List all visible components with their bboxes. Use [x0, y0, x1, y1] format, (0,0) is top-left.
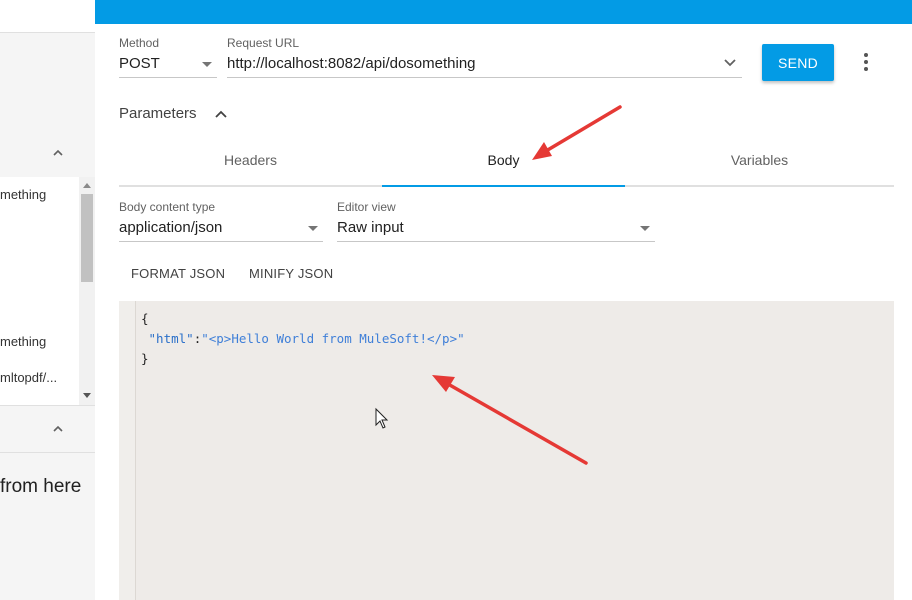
app-toolbar	[95, 0, 912, 24]
code-editor[interactable]: { "html":"<p>Hello World from MuleSoft!<…	[119, 301, 894, 600]
tab-selection-indicator	[382, 185, 625, 187]
method-select[interactable]: POST	[119, 55, 160, 72]
list-item[interactable]: mething	[0, 187, 46, 202]
sidebar: mething mething mltopdf/... from here	[0, 0, 95, 600]
list-item[interactable]: mething	[0, 334, 46, 349]
sidebar-divider	[0, 32, 95, 33]
url-label: Request URL	[227, 36, 300, 50]
editor-view-select[interactable]: Raw input	[337, 219, 404, 236]
parameters-title[interactable]: Parameters	[119, 105, 197, 122]
sidebar-scrollbar[interactable]	[79, 177, 95, 405]
scrollbar-thumb[interactable]	[81, 194, 93, 282]
code-content[interactable]: { "html":"<p>Hello World from MuleSoft!<…	[141, 309, 465, 369]
sidebar-promo-text: from here	[0, 476, 82, 497]
list-item[interactable]: mltopdf/...	[0, 370, 57, 385]
tab-variables[interactable]: Variables	[625, 152, 894, 168]
code-brace-close: }	[141, 351, 149, 366]
method-underline	[119, 77, 217, 78]
scroll-up-arrow-icon[interactable]	[83, 183, 91, 188]
sidebar-divider	[0, 452, 95, 453]
tab-headers[interactable]: Headers	[119, 152, 382, 168]
chevron-up-icon[interactable]	[53, 148, 63, 158]
content-type-select[interactable]: application/json	[119, 219, 222, 236]
dropdown-arrow-icon[interactable]	[640, 226, 650, 231]
method-label: Method	[119, 36, 160, 50]
sidebar-header	[0, 0, 95, 32]
tab-body[interactable]: Body	[382, 152, 625, 168]
minify-json-button[interactable]: MINIFY JSON	[249, 266, 333, 281]
editor-gutter	[119, 301, 136, 600]
chevron-up-icon[interactable]	[53, 424, 63, 434]
format-json-button[interactable]: FORMAT JSON	[131, 266, 225, 281]
content-type-underline	[119, 241, 323, 242]
dropdown-arrow-icon[interactable]	[308, 226, 318, 231]
chevron-down-icon[interactable]	[723, 58, 737, 68]
history-list: mething mething mltopdf/...	[0, 177, 79, 405]
code-key: "html"	[148, 331, 194, 346]
code-value: "<p>Hello World from MuleSoft!</p>"	[201, 331, 465, 346]
sidebar-divider	[0, 405, 95, 406]
content-type-label: Body content type	[119, 200, 216, 214]
code-brace-open: {	[141, 311, 149, 326]
editor-view-underline	[337, 241, 655, 242]
dropdown-arrow-icon[interactable]	[202, 62, 212, 67]
send-button[interactable]: SEND	[762, 44, 834, 81]
url-input[interactable]: http://localhost:8082/api/dosomething	[227, 55, 476, 72]
more-vert-icon[interactable]	[858, 52, 874, 72]
url-underline	[227, 77, 742, 78]
editor-view-label: Editor view	[337, 200, 396, 214]
chevron-up-icon[interactable]	[214, 108, 228, 120]
scroll-down-arrow-icon[interactable]	[83, 393, 91, 398]
